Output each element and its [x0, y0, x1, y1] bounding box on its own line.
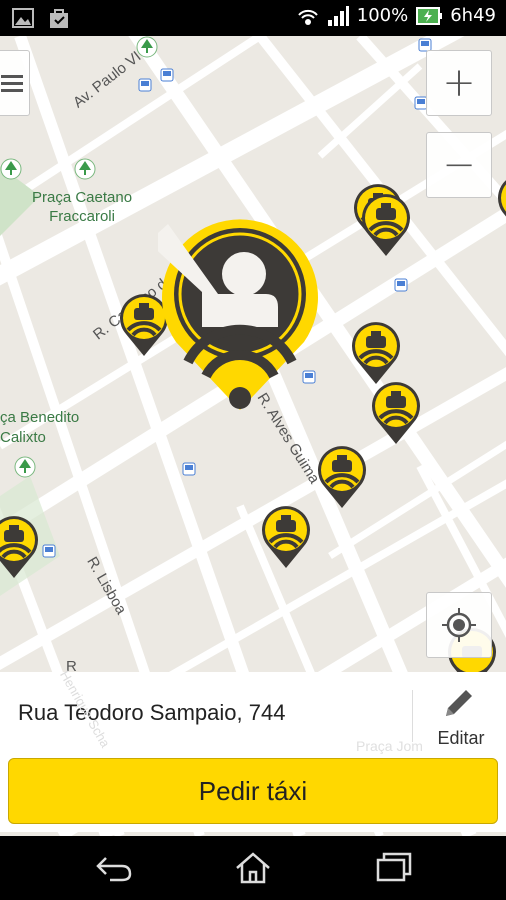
menu-button[interactable] [0, 50, 30, 116]
edit-address-button[interactable]: Editar [416, 678, 506, 758]
clock: 6h49 [450, 5, 496, 26]
edit-label: Editar [437, 728, 485, 748]
bus-stop-icon [138, 78, 152, 92]
bus-stop-icon [42, 544, 56, 558]
taxi-marker[interactable] [316, 446, 368, 510]
my-location-button[interactable] [426, 592, 492, 658]
zoom-out-button[interactable]: − [426, 132, 492, 198]
park-icon [0, 158, 22, 180]
park-icon [14, 456, 36, 478]
home-icon[interactable] [231, 850, 275, 886]
battery-charging-icon [416, 6, 443, 25]
taxi-marker[interactable] [350, 322, 402, 386]
bus-stop-icon [182, 462, 196, 476]
pickup-address[interactable]: Rua Teodoro Sampaio, 744 [18, 700, 285, 726]
battery-percent: 100% [356, 5, 409, 26]
plus-icon: + [442, 60, 476, 106]
taxi-marker[interactable] [370, 382, 422, 446]
address-panel: Rua Teodoro Sampaio, 744 Henrique Scha P… [0, 668, 506, 832]
zoom-in-button[interactable]: + [426, 50, 492, 116]
signal-waves-icon [298, 9, 318, 25]
cell-signal-icon [327, 5, 349, 26]
navigation-bar [0, 836, 506, 900]
hamburger-menu-icon [1, 75, 23, 92]
park-label-benedito: ça Benedito Calixto [0, 409, 80, 446]
minus-icon: − [442, 142, 476, 188]
park-icon [74, 158, 96, 180]
shopping-bag-icon [50, 9, 68, 28]
pencil-icon [446, 690, 472, 716]
image-icon [12, 8, 34, 28]
status-bar: 100% 6h49 [0, 0, 506, 36]
order-taxi-button[interactable]: Pedir táxi [8, 758, 498, 824]
crosshair-icon [442, 608, 476, 642]
user-location-pin[interactable] [158, 212, 322, 412]
back-icon[interactable] [92, 850, 136, 886]
taxi-marker[interactable] [0, 516, 40, 580]
taxi-marker[interactable] [496, 174, 506, 238]
divider [412, 690, 413, 742]
taxi-marker[interactable] [360, 194, 412, 258]
park-label-caetano: Praça Caetano Fraccaroli [32, 189, 133, 225]
bus-stop-icon [160, 68, 174, 82]
recent-apps-icon[interactable] [372, 850, 416, 886]
taxi-marker[interactable] [260, 506, 312, 570]
bus-stop-icon [394, 278, 408, 292]
